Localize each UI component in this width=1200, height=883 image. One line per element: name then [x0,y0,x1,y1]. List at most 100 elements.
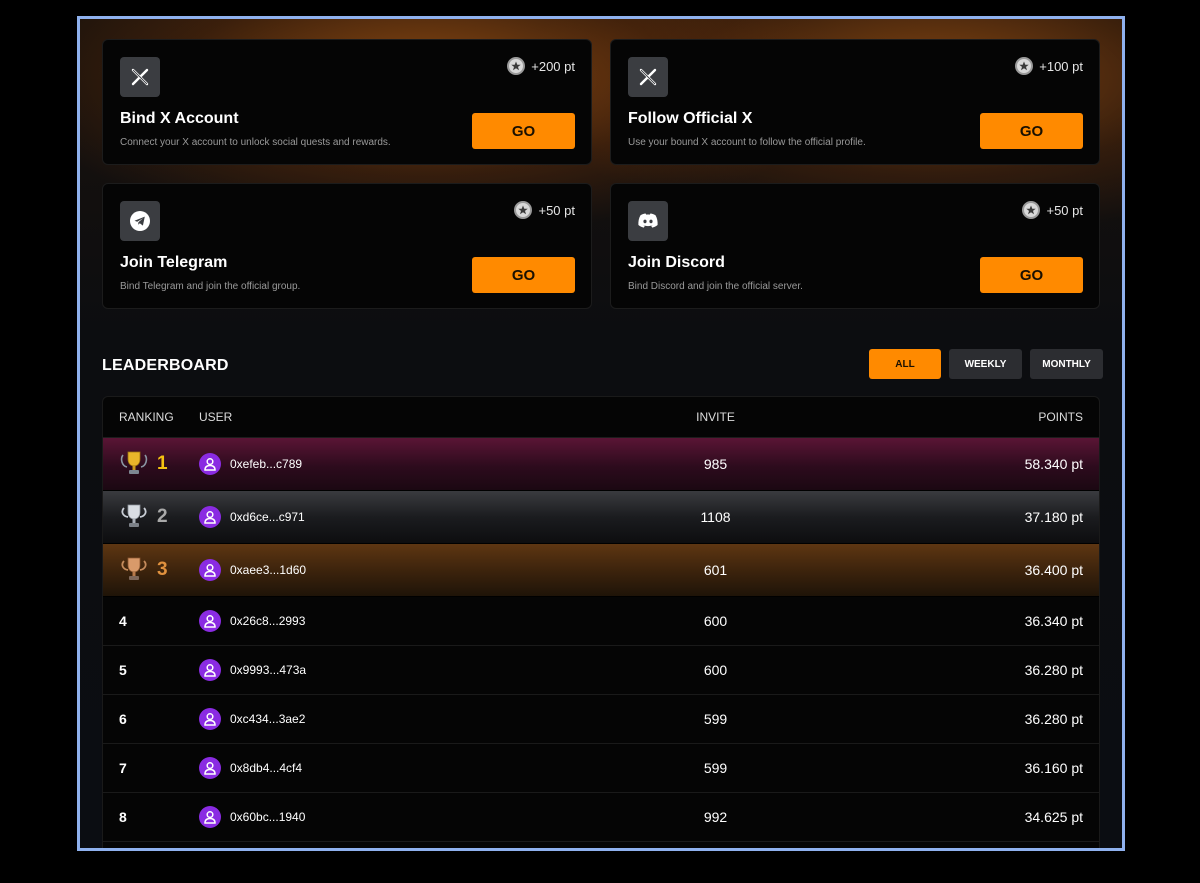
table-row: 3 0xaee3...1d60 601 36.400 pt [103,544,1099,597]
invite-count: 985 [703,456,728,472]
table-header: RANKING USER INVITE POINTS [103,397,1099,438]
quest-reward: +50 pt [514,201,575,219]
user-cell: 0x26c8...2993 [199,597,305,645]
invite-count: 1108 [700,509,731,525]
quest-title: Join Discord [628,254,725,271]
quest-grid: +200 pt Bind X Account Connect your X ac… [102,39,1100,309]
invite-count: 992 [703,809,728,825]
user-cell: 0xaee3...1d60 [199,544,306,596]
user-address: 0x26c8...2993 [230,614,306,628]
quest-title: Follow Official X [628,110,753,127]
rank-cell: 6 [119,695,127,743]
filter-all-button[interactable]: ALL [869,349,941,379]
filter-weekly-button[interactable]: WEEKLY [949,349,1022,379]
go-button-bind-x[interactable]: GO [472,113,575,149]
rank-number: 1 [157,453,168,474]
rank-number: 5 [119,662,127,678]
user-address: 0xaee3...1d60 [230,563,307,577]
bronze-trophy-icon [119,555,149,586]
invite-count: 601 [703,562,728,578]
leaderboard-filters: ALL WEEKLY MONTHLY [869,349,1103,379]
points-value: 37.180 pt [1024,509,1083,525]
quest-card-follow-x: +100 pt Follow Official X Use your bound… [610,39,1100,165]
points-value: 34.625 pt [1024,809,1083,825]
user-address: 0xd6ce...c971 [230,510,305,524]
points-value: 36.340 pt [1024,613,1083,629]
star-coin-icon [514,201,533,219]
user-cell: 0xc434...3ae2 [199,695,305,743]
table-row: 7 0x8db4...4cf4 599 36.160 pt [103,744,1099,793]
rank-cell: 2 [119,491,168,543]
table-row: 6 0xc434...3ae2 599 36.280 pt [103,695,1099,744]
user-cell: 0xd6ce...c971 [199,491,305,543]
points-value: 36.160 pt [1024,760,1083,776]
user-avatar-icon [199,610,221,632]
invite-count: 599 [703,711,728,727]
quest-reward-label: +200 pt [531,58,575,74]
rank-cell: 8 [119,793,127,841]
quest-description: Connect your X account to unlock social … [120,137,391,148]
go-button-follow-x[interactable]: GO [980,113,1083,149]
go-button-discord[interactable]: GO [980,257,1083,293]
go-button-telegram[interactable]: GO [472,257,575,293]
filter-monthly-button[interactable]: MONTHLY [1030,349,1103,379]
user-address: 0x8db4...4cf4 [230,761,303,775]
user-avatar-icon [199,708,221,730]
quest-description: Use your bound X account to follow the o… [628,137,866,148]
quest-reward: +50 pt [1022,201,1083,219]
rank-number: 7 [119,760,127,776]
user-cell: 0x60bc...1940 [199,793,305,841]
quest-description: Bind Telegram and join the official grou… [120,281,301,292]
rank-number: 2 [157,506,168,527]
rank-number: 4 [119,613,127,629]
user-cell: 0x8db4...4cf4 [199,744,302,792]
rank-number: 3 [157,559,168,580]
invite-count: 599 [703,760,728,776]
gold-trophy-icon [119,449,149,480]
user-address: 0xefeb...c789 [230,457,303,471]
column-points: POINTS [1038,410,1083,424]
table-row: 1 0xefeb...c789 985 58.340 pt [103,438,1099,491]
user-avatar-icon [199,757,221,779]
star-coin-icon [1015,57,1034,75]
star-coin-icon [507,57,526,75]
rank-cell: 5 [119,646,127,694]
silver-trophy-icon [119,502,149,533]
column-ranking: RANKING [119,410,174,424]
quest-card-discord: +50 pt Join Discord Bind Discord and joi… [610,183,1100,309]
leaderboard-table: RANKING USER INVITE POINTS 1 0xefeb...c7… [102,396,1100,848]
quest-reward-label: +50 pt [538,202,575,218]
user-avatar-icon [199,453,221,475]
table-row: 4 0x26c8...2993 600 36.340 pt [103,597,1099,646]
rank-cell: 4 [119,597,127,645]
invite-count: 600 [703,613,728,629]
user-address: 0x60bc...1940 [230,810,306,824]
points-value: 36.280 pt [1024,662,1083,678]
quest-description: Bind Discord and join the official serve… [628,281,803,292]
user-address: 0x9993...473a [230,663,307,677]
points-value: 36.280 pt [1024,711,1083,727]
rank-number: 6 [119,711,127,727]
quest-title: Join Telegram [120,254,228,271]
quest-reward: +100 pt [1015,57,1083,75]
column-user: USER [199,410,233,424]
invite-count: 600 [703,662,728,678]
star-coin-icon [1022,201,1041,219]
telegram-icon [120,201,160,241]
quest-reward-label: +50 pt [1046,202,1083,218]
leaderboard-title: LEADERBOARD [102,357,229,374]
points-value: 58.340 pt [1024,456,1083,472]
points-value: 36.400 pt [1024,562,1083,578]
rank-cell: 1 [119,438,168,490]
user-avatar-icon [199,506,221,528]
rank-number: 8 [119,809,127,825]
user-cell: 0xefeb...c789 [199,438,302,490]
user-address: 0xc434...3ae2 [230,712,306,726]
table-row: 5 0x9993...473a 600 36.280 pt [103,646,1099,695]
user-avatar-icon [199,806,221,828]
quest-card-bind-x: +200 pt Bind X Account Connect your X ac… [102,39,592,165]
user-avatar-icon [199,559,221,581]
table-row: 2 0xd6ce...c971 1108 37.180 pt [103,491,1099,544]
user-cell: 0x9993...473a [199,646,306,694]
app-frame: +200 pt Bind X Account Connect your X ac… [77,16,1125,851]
